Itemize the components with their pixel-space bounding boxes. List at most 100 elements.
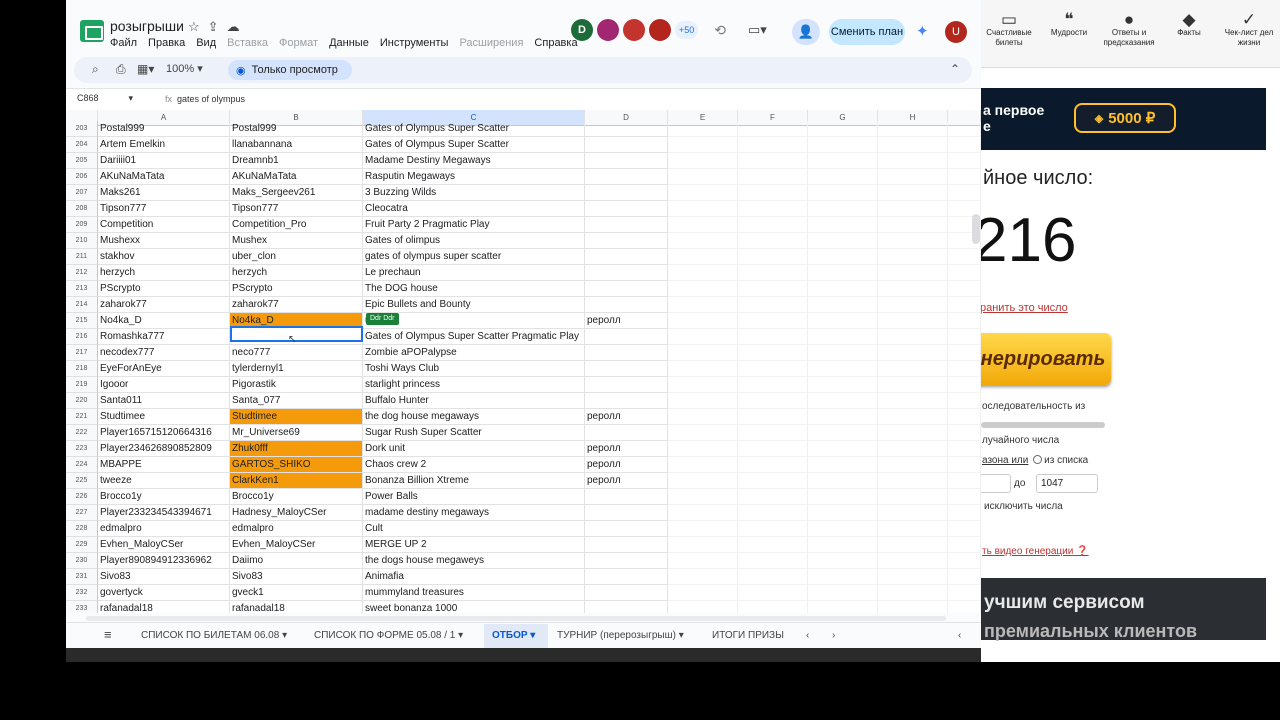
cell-a[interactable]: stakhov [98, 249, 230, 265]
empty-cell[interactable] [808, 569, 878, 585]
cell-d[interactable] [585, 297, 668, 313]
empty-cell[interactable] [808, 425, 878, 441]
cell-b[interactable]: Daiimo [230, 553, 363, 569]
cell-b[interactable]: Hadnesy_MaloyCSer [230, 505, 363, 521]
collaborator-avatar[interactable] [623, 19, 645, 41]
empty-cell[interactable] [808, 361, 878, 377]
empty-cell[interactable] [948, 521, 981, 537]
empty-cell[interactable] [738, 457, 808, 473]
empty-cell[interactable] [878, 265, 948, 281]
empty-cell[interactable] [808, 537, 878, 553]
empty-cell[interactable] [738, 409, 808, 425]
empty-cell[interactable] [738, 473, 808, 489]
list-radio[interactable] [1033, 455, 1043, 464]
cell-d[interactable] [585, 393, 668, 409]
cell-b[interactable]: Competition_Pro [230, 217, 363, 233]
menu-item[interactable]: Вставка [227, 37, 268, 49]
empty-cell[interactable] [668, 393, 738, 409]
cell-b[interactable]: Sivo83 [230, 569, 363, 585]
cell-d[interactable] [585, 585, 668, 601]
explore-icon[interactable]: ‹ [958, 630, 961, 641]
empty-cell[interactable] [738, 265, 808, 281]
row-number[interactable]: 209 [66, 217, 98, 233]
empty-cell[interactable] [878, 537, 948, 553]
empty-cell[interactable] [948, 457, 981, 473]
empty-cell[interactable] [738, 233, 808, 249]
empty-cell[interactable] [668, 377, 738, 393]
cell-c[interactable]: Le prechaun [363, 265, 585, 281]
cell-c[interactable]: Epic Bullets and Bounty [363, 297, 585, 313]
empty-cell[interactable] [878, 569, 948, 585]
empty-cell[interactable] [948, 441, 981, 457]
history-icon[interactable]: ⟲ [714, 22, 726, 39]
empty-cell[interactable] [738, 137, 808, 153]
premium-banner[interactable]: учшим сервисом премиальных клиентов [981, 578, 1266, 641]
sheets-logo-icon[interactable] [80, 20, 104, 42]
empty-cell[interactable] [878, 473, 948, 489]
empty-cell[interactable] [878, 249, 948, 265]
cell-b[interactable]: Dreamnb1 [230, 153, 363, 169]
user-avatar[interactable]: U [945, 21, 967, 43]
empty-cell[interactable] [808, 457, 878, 473]
cell-d[interactable] [585, 537, 668, 553]
cell-d[interactable] [585, 505, 668, 521]
next-tab-icon[interactable]: › [832, 630, 835, 641]
empty-cell[interactable] [668, 489, 738, 505]
row-number[interactable]: 224 [66, 457, 98, 473]
empty-cell[interactable] [738, 553, 808, 569]
empty-cell[interactable] [878, 441, 948, 457]
cell-b[interactable]: Santa_077 [230, 393, 363, 409]
empty-cell[interactable] [738, 361, 808, 377]
empty-cell[interactable] [668, 553, 738, 569]
empty-cell[interactable] [808, 249, 878, 265]
cell-a[interactable]: PScrypto [98, 281, 230, 297]
cell-d[interactable] [585, 377, 668, 393]
site-nav-item[interactable]: ◆ Факты [1159, 11, 1219, 38]
empty-cell[interactable] [948, 473, 981, 489]
empty-cell[interactable] [738, 153, 808, 169]
zoom-select[interactable]: 100% ▾ [166, 62, 203, 75]
cell-c[interactable]: Fruit Party 2 Pragmatic Play [363, 217, 585, 233]
cell-d[interactable] [585, 121, 668, 137]
empty-cell[interactable] [668, 537, 738, 553]
empty-cell[interactable] [878, 377, 948, 393]
row-number[interactable]: 208 [66, 201, 98, 217]
empty-cell[interactable] [808, 393, 878, 409]
empty-cell[interactable] [948, 489, 981, 505]
count-slider[interactable] [981, 422, 1105, 428]
cell-a[interactable]: Studtimee [98, 409, 230, 425]
empty-cell[interactable] [668, 569, 738, 585]
cell-b[interactable]: Brocco1y [230, 489, 363, 505]
tab-selection[interactable]: ОТБОР ▾ [492, 630, 535, 641]
empty-cell[interactable] [878, 553, 948, 569]
cell-c[interactable]: Cult [363, 521, 585, 537]
cell-d[interactable] [585, 601, 668, 613]
row-number[interactable]: 222 [66, 425, 98, 441]
cell-c[interactable]: Power Balls [363, 489, 585, 505]
cell-b[interactable]: neco777 [230, 345, 363, 361]
star-icon[interactable]: ☆ [188, 19, 208, 34]
empty-cell[interactable] [878, 409, 948, 425]
empty-cell[interactable] [878, 201, 948, 217]
empty-cell[interactable] [738, 281, 808, 297]
empty-cell[interactable] [878, 393, 948, 409]
cell-c[interactable]: madame destiny megaways [363, 505, 585, 521]
empty-cell[interactable] [668, 249, 738, 265]
empty-cell[interactable] [668, 297, 738, 313]
help-icon[interactable]: ❓ [1076, 546, 1088, 557]
empty-cell[interactable] [948, 121, 981, 137]
cell-a[interactable]: Dariiii01 [98, 153, 230, 169]
empty-cell[interactable] [948, 537, 981, 553]
cell-b[interactable]: Studtimee [230, 409, 363, 425]
empty-cell[interactable] [738, 313, 808, 329]
empty-cell[interactable] [668, 281, 738, 297]
cell-a[interactable]: Player234626890852809 [98, 441, 230, 457]
empty-cell[interactable] [808, 233, 878, 249]
empty-cell[interactable] [738, 393, 808, 409]
empty-cell[interactable] [738, 489, 808, 505]
empty-cell[interactable] [878, 489, 948, 505]
empty-cell[interactable] [948, 345, 981, 361]
empty-cell[interactable] [808, 169, 878, 185]
spreadsheet-grid[interactable]: A B C D E F G H 203 Postal999 Postal999 Gates of Ol… [66, 110, 981, 613]
row-number[interactable]: 231 [66, 569, 98, 585]
